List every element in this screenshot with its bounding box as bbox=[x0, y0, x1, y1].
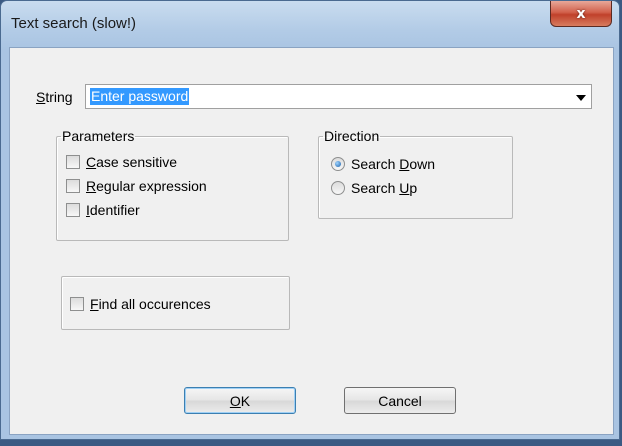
case-sensitive-checkbox[interactable]: Case sensitive bbox=[66, 154, 177, 170]
search-up-radio[interactable]: Search Up bbox=[331, 180, 417, 196]
ok-button[interactable]: OK bbox=[184, 387, 296, 414]
direction-group: Direction bbox=[318, 128, 513, 219]
dialog-client-area: String Enter password Parameters Case se… bbox=[9, 47, 614, 435]
identifier-label: Identifier bbox=[86, 202, 140, 218]
dialog-window: Text search (slow!) x String Enter passw… bbox=[0, 0, 620, 440]
direction-legend: Direction bbox=[324, 128, 380, 144]
radio-button[interactable] bbox=[331, 181, 345, 195]
parameters-legend: Parameters bbox=[62, 128, 135, 144]
close-button[interactable]: x bbox=[550, 1, 612, 27]
regular-expression-checkbox[interactable]: Regular expression bbox=[66, 178, 207, 194]
find-all-label: Find all occurences bbox=[90, 296, 211, 312]
find-all-checkbox[interactable]: Find all occurences bbox=[70, 296, 211, 312]
checkbox-box[interactable] bbox=[66, 203, 80, 217]
close-icon: x bbox=[576, 5, 586, 22]
search-down-radio[interactable]: Search Down bbox=[331, 156, 435, 172]
string-input-value[interactable]: Enter password bbox=[90, 88, 190, 105]
string-combobox[interactable]: Enter password bbox=[85, 84, 592, 109]
case-sensitive-label: Case sensitive bbox=[86, 154, 178, 170]
checkbox-box[interactable] bbox=[66, 155, 80, 169]
search-up-label: Search Up bbox=[351, 180, 418, 196]
radio-button-selected[interactable] bbox=[331, 157, 345, 171]
checkbox-box[interactable] bbox=[70, 297, 84, 311]
identifier-checkbox[interactable]: Identifier bbox=[66, 202, 140, 218]
cancel-button[interactable]: Cancel bbox=[344, 387, 456, 414]
string-label: String bbox=[36, 89, 73, 105]
regular-expression-label: Regular expression bbox=[86, 178, 207, 194]
chevron-down-icon[interactable] bbox=[576, 95, 586, 101]
window-title: Text search (slow!) bbox=[11, 15, 137, 32]
search-down-label: Search Down bbox=[351, 156, 436, 172]
checkbox-box[interactable] bbox=[66, 179, 80, 193]
